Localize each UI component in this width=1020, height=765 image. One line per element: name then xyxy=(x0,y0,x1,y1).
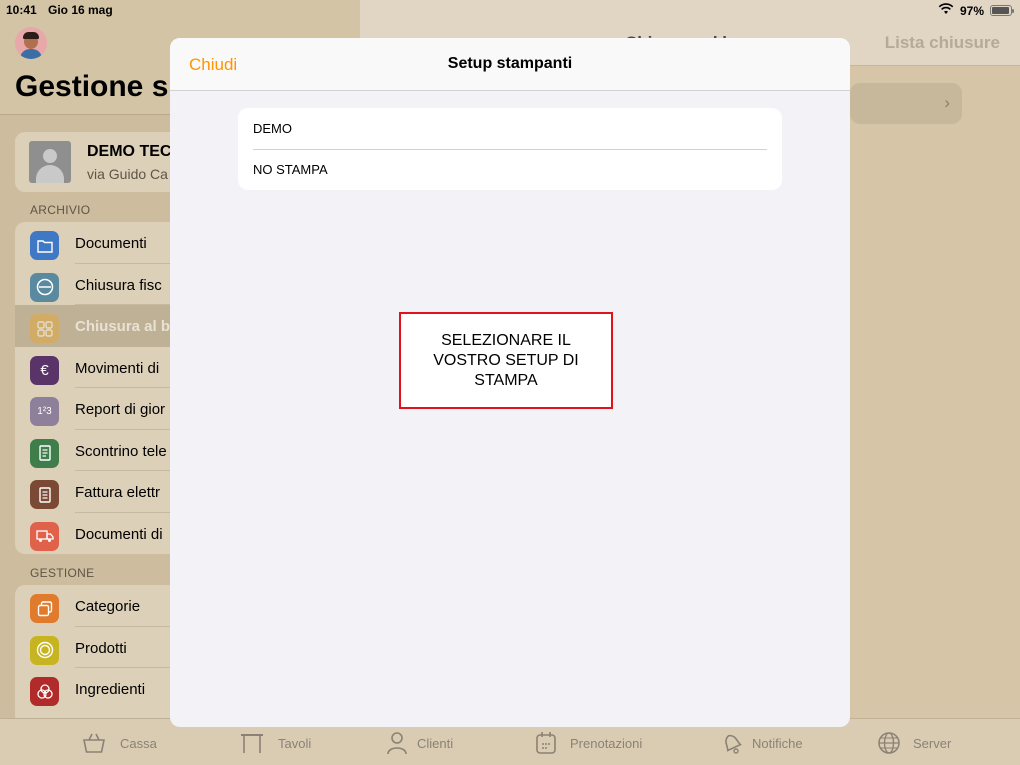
globe-icon xyxy=(877,731,901,755)
table-icon xyxy=(240,731,264,755)
tab-label: Notifiche xyxy=(752,735,803,751)
setup-stampanti-modal: Chiudi Setup stampanti DEMO NO STAMPA SE… xyxy=(170,38,850,727)
tab-notifiche[interactable]: Notifiche xyxy=(720,731,803,755)
euro-icon: € xyxy=(30,355,59,385)
section-header-gestione: GESTIONE xyxy=(30,566,95,580)
status-right: 97% xyxy=(938,3,1014,18)
sidebar-item-label: Documenti di xyxy=(75,525,163,543)
printer-option-no-stampa[interactable]: NO STAMPA xyxy=(238,149,782,190)
tab-label: Clienti xyxy=(417,735,454,751)
chevron-right-icon: › xyxy=(944,93,950,112)
tab-label: Tavoli xyxy=(278,735,312,751)
sidebar-item-label: Prodotti xyxy=(75,639,127,657)
profile-name: DEMO TEC xyxy=(87,143,172,160)
circle-icon xyxy=(30,635,59,665)
status-bar: 10:41 Gio 16 mag 97% xyxy=(0,0,1020,20)
instruction-text: SELEZIONARE IL VOSTRO SETUP DI STAMPA xyxy=(433,331,579,389)
detail-cell[interactable]: › xyxy=(850,83,962,124)
printer-option-demo[interactable]: DEMO xyxy=(238,108,782,149)
printer-option-label: DEMO xyxy=(253,121,292,136)
printer-option-label: NO STAMPA xyxy=(253,162,328,177)
sidebar-item-label: Categorie xyxy=(75,598,141,615)
status-date: Gio 16 mag xyxy=(48,3,113,17)
tab-label: Server xyxy=(913,735,952,751)
battery-percent: 97% xyxy=(959,3,984,18)
tab-cassa[interactable]: Cassa xyxy=(82,731,157,755)
avatar[interactable] xyxy=(15,27,47,59)
tab-label: Cassa xyxy=(120,735,157,751)
tab-label: Prenotazioni xyxy=(570,735,643,751)
grid-icon xyxy=(30,314,59,343)
instruction-callout: SELEZIONARE IL VOSTRO SETUP DI STAMPA xyxy=(399,312,613,409)
sidebar-item-label: Chiusura fisc xyxy=(75,276,162,294)
tab-prenotazioni[interactable]: Prenotazioni xyxy=(534,731,642,755)
numbers-icon: 1²3 xyxy=(30,397,59,426)
printer-list: DEMO NO STAMPA xyxy=(238,108,782,190)
lista-chiusure-button[interactable]: Lista chiusure xyxy=(885,33,1000,53)
sidebar-item-label: Documenti xyxy=(75,235,147,252)
copy-icon xyxy=(30,594,59,623)
sidebar-item-label: Ingredienti xyxy=(75,681,146,698)
status-time: 10:41 xyxy=(6,3,37,17)
calendar-icon xyxy=(534,731,558,755)
profile-address: via Guido Ca xyxy=(87,166,168,182)
modal-title: Setup stampanti xyxy=(447,55,573,72)
receipt-icon xyxy=(30,438,59,468)
tab-server[interactable]: Server xyxy=(877,731,951,755)
folder-icon xyxy=(30,231,59,260)
sidebar-item-label: Report di gior xyxy=(75,401,166,418)
rings-icon xyxy=(30,677,59,706)
sidebar-item-label: Fattura elettr xyxy=(75,484,161,501)
minus-circle-icon xyxy=(30,272,59,302)
person-icon xyxy=(385,731,409,755)
truck-icon xyxy=(30,521,59,551)
section-header-archivio: ARCHIVIO xyxy=(30,203,91,217)
tab-clienti[interactable]: Clienti xyxy=(385,731,453,755)
page-title: Gestione s xyxy=(15,70,169,103)
basket-icon xyxy=(82,731,106,755)
wifi-icon xyxy=(938,3,954,18)
sidebar-item-label: Chiusura al b xyxy=(75,318,171,335)
sidebar-item-label: Movimenti di xyxy=(75,359,160,377)
invoice-icon xyxy=(30,480,59,509)
profile-picture xyxy=(29,141,71,183)
tab-tavoli[interactable]: Tavoli xyxy=(240,731,311,755)
modal-nav-bar: Chiudi Setup stampanti xyxy=(170,38,850,91)
bell-icon xyxy=(720,731,744,755)
sidebar-item-label: Scontrino tele xyxy=(75,442,167,460)
battery-icon xyxy=(990,5,1014,16)
